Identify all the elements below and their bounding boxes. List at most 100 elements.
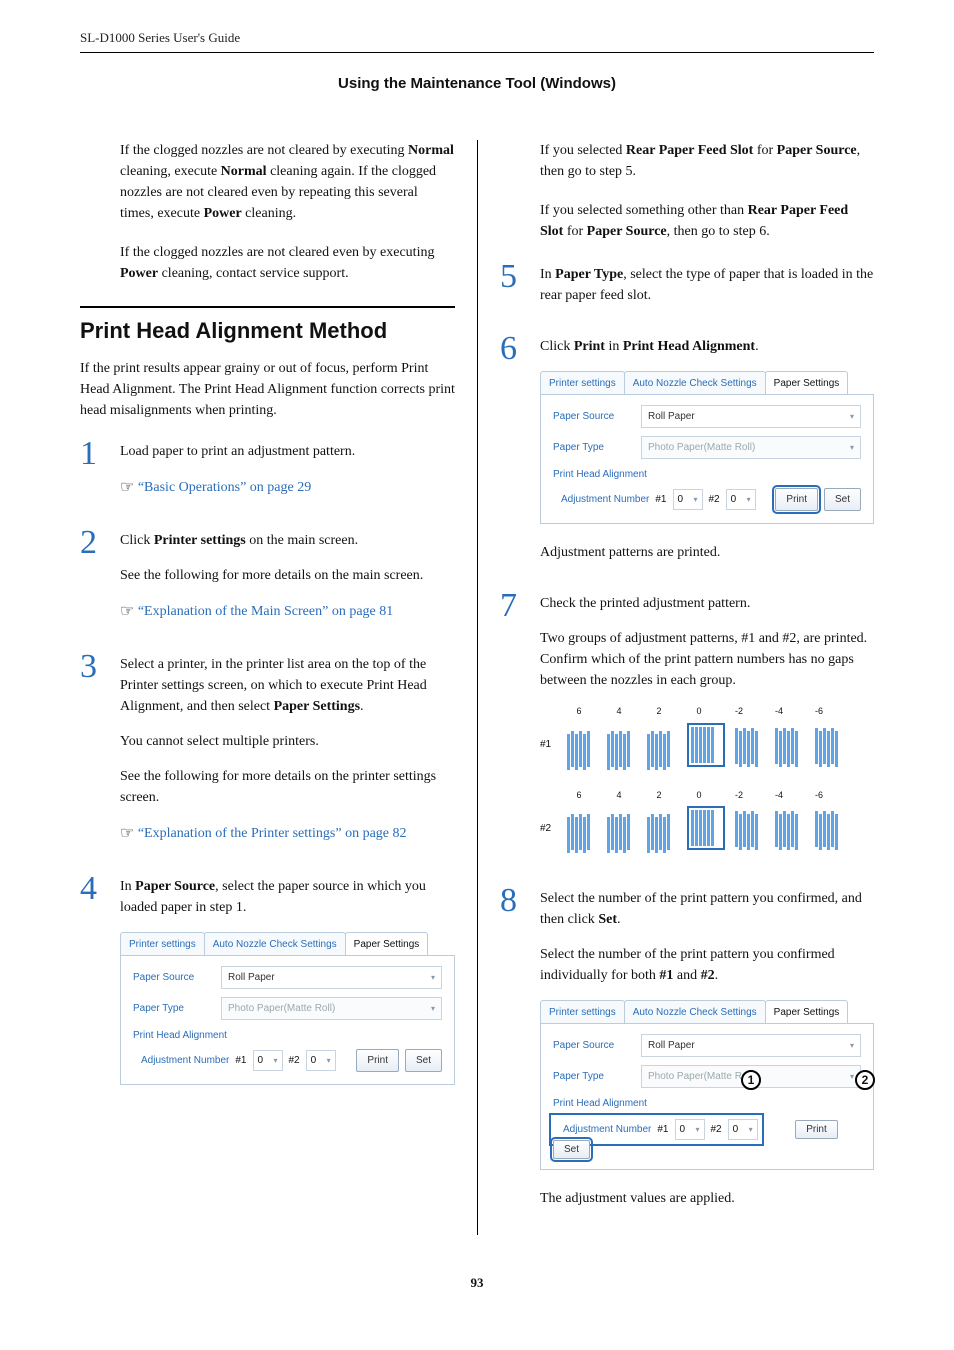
tab-paper-settings[interactable]: Paper Settings [765, 371, 849, 394]
select-value: Photo Paper(Matte Roll) [648, 440, 755, 455]
step-2-text2: See the following for more details on th… [120, 565, 455, 586]
step-4-followup-a: If you selected Rear Paper Feed Slot for… [540, 140, 874, 182]
select-adj-1[interactable]: 0▾ [253, 1050, 283, 1071]
section-header: Using the Maintenance Tool (Windows) [80, 75, 874, 92]
step-3-text2: You cannot select multiple printers. [120, 731, 455, 752]
step-3-link-line: ☞ “Explanation of the Printer settings” … [120, 822, 455, 846]
print-button[interactable]: Print [356, 1049, 399, 1072]
tab-paper-settings[interactable]: Paper Settings [765, 1000, 849, 1023]
callout-badge-2: 2 [855, 1070, 875, 1090]
label-paper-type: Paper Type [553, 440, 633, 455]
label-print-head-alignment: Print Head Alignment [133, 1028, 442, 1043]
step-4: 4 In Paper Source, select the paper sour… [80, 872, 455, 1103]
tab-auto-nozzle[interactable]: Auto Nozzle Check Settings [624, 1000, 766, 1023]
set-button[interactable]: Set [405, 1049, 442, 1072]
label-paper-source: Paper Source [553, 1038, 633, 1053]
link-printer-settings[interactable]: “Explanation of the Printer settings” on… [138, 826, 407, 841]
step-number: 7 [500, 589, 528, 872]
pattern-cell-highlight [687, 723, 725, 767]
pattern-row-2: #2 [540, 806, 874, 850]
pattern-cell [567, 814, 597, 850]
pattern-col-labels: 6420-2-4-6 [564, 705, 874, 719]
label-hash1: #1 [655, 492, 666, 507]
chevron-down-icon: ▾ [747, 494, 751, 506]
chevron-down-icon: ▾ [850, 442, 854, 454]
select-paper-source[interactable]: Roll Paper ▾ [641, 405, 861, 428]
pattern-illustration: 6420-2-4-6 #1 6420-2-4-6 [540, 705, 874, 850]
link-main-screen[interactable]: “Explanation of the Main Screen” on page… [138, 604, 393, 619]
step-8-text: Select the number of the print pattern y… [540, 888, 874, 930]
set-button[interactable]: Set [553, 1140, 590, 1159]
para-clog-1: If the clogged nozzles are not cleared b… [120, 140, 455, 224]
set-button[interactable]: Set [824, 488, 861, 511]
step-4-text: In Paper Source, select the paper source… [120, 876, 455, 918]
tab-auto-nozzle[interactable]: Auto Nozzle Check Settings [204, 932, 346, 955]
print-button[interactable]: Print [775, 488, 818, 511]
screenshot-paper-settings-set: Printer settings Auto Nozzle Check Setti… [540, 1000, 874, 1170]
pattern-col-labels: 6420-2-4-6 [564, 789, 874, 803]
chevron-down-icon: ▾ [327, 1055, 331, 1067]
heading-print-head-alignment: Print Head Alignment Method [80, 306, 455, 344]
pattern-cell [647, 731, 677, 767]
label-hash2: #2 [711, 1122, 722, 1137]
pattern-row-label: #1 [540, 737, 551, 752]
label-hash2: #2 [709, 492, 720, 507]
step-3-text3: See the following for more details on th… [120, 766, 455, 808]
running-head: SL-D1000 Series User's Guide [80, 30, 874, 46]
pattern-cell [775, 731, 805, 767]
select-paper-source[interactable]: Roll Paper ▾ [221, 966, 442, 989]
rule-top [80, 52, 874, 53]
step-1-text: Load paper to print an adjustment patter… [120, 441, 455, 462]
pattern-cell [815, 731, 845, 767]
step-number: 1 [80, 437, 108, 514]
intro-paragraph: If the print results appear grainy or ou… [80, 358, 455, 421]
pattern-cell [775, 814, 805, 850]
pattern-cell-highlight [687, 806, 725, 850]
step-7: 7 Check the printed adjustment pattern. … [500, 589, 874, 872]
page-number: 93 [80, 1275, 874, 1291]
chevron-down-icon: ▾ [431, 1003, 435, 1015]
select-paper-type[interactable]: Photo Paper(Matte Roll) ▾ [641, 436, 861, 459]
step-2-link-line: ☞ “Explanation of the Main Screen” on pa… [120, 600, 455, 624]
print-button[interactable]: Print [795, 1120, 838, 1139]
pointer-icon: ☞ [120, 479, 134, 496]
chevron-down-icon: ▾ [273, 1055, 277, 1067]
step-number: 8 [500, 884, 528, 1223]
link-basic-operations[interactable]: “Basic Operations” on page 29 [138, 480, 311, 495]
pattern-cell [735, 731, 765, 767]
step-number: 4 [80, 872, 108, 1103]
chevron-down-icon: ▾ [850, 1071, 854, 1083]
tab-printer-settings[interactable]: Printer settings [540, 1000, 625, 1023]
para-clog-2: If the clogged nozzles are not cleared e… [120, 242, 455, 284]
select-adj-2[interactable]: 0▾ [728, 1119, 758, 1140]
screenshot-paper-settings-1: Printer settings Auto Nozzle Check Setti… [120, 932, 455, 1085]
select-paper-source[interactable]: Roll Paper ▾ [641, 1034, 861, 1057]
pattern-cell [815, 814, 845, 850]
step-8-after2: The adjustment values are applied. [540, 1188, 874, 1209]
select-paper-type[interactable]: Photo Paper(Matte Roll) ▾ [221, 997, 442, 1020]
step-6-text: Click Print in Print Head Alignment. [540, 336, 874, 357]
tab-printer-settings[interactable]: Printer settings [540, 371, 625, 394]
tab-paper-settings[interactable]: Paper Settings [345, 932, 429, 955]
select-adj-2[interactable]: 0▾ [726, 489, 756, 510]
select-adj-1[interactable]: 0▾ [675, 1119, 705, 1140]
label-adjustment-number: Adjustment Number [141, 1053, 229, 1068]
step-number: 5 [500, 260, 528, 320]
tab-printer-settings[interactable]: Printer settings [120, 932, 205, 955]
select-adj-1[interactable]: 0▾ [673, 489, 703, 510]
label-paper-type: Paper Type [553, 1069, 633, 1084]
step-7-text: Check the printed adjustment pattern. [540, 593, 874, 614]
step-1-link-line: ☞ “Basic Operations” on page 29 [120, 476, 455, 500]
step-5: 5 In Paper Type, select the type of pape… [500, 260, 874, 320]
step-7-after: Two groups of adjustment patterns, #1 an… [540, 628, 874, 691]
tab-auto-nozzle[interactable]: Auto Nozzle Check Settings [624, 371, 766, 394]
select-adj-2[interactable]: 0▾ [306, 1050, 336, 1071]
pattern-cell [607, 731, 637, 767]
chevron-down-icon: ▾ [850, 1040, 854, 1052]
pattern-cell [567, 731, 597, 767]
step-2-text1: Click Printer settings on the main scree… [120, 530, 455, 551]
step-3: 3 Select a printer, in the printer list … [80, 650, 455, 860]
label-hash1: #1 [235, 1053, 246, 1068]
select-value: Roll Paper [648, 1038, 695, 1053]
callout-badge-1: 1 [741, 1070, 761, 1090]
